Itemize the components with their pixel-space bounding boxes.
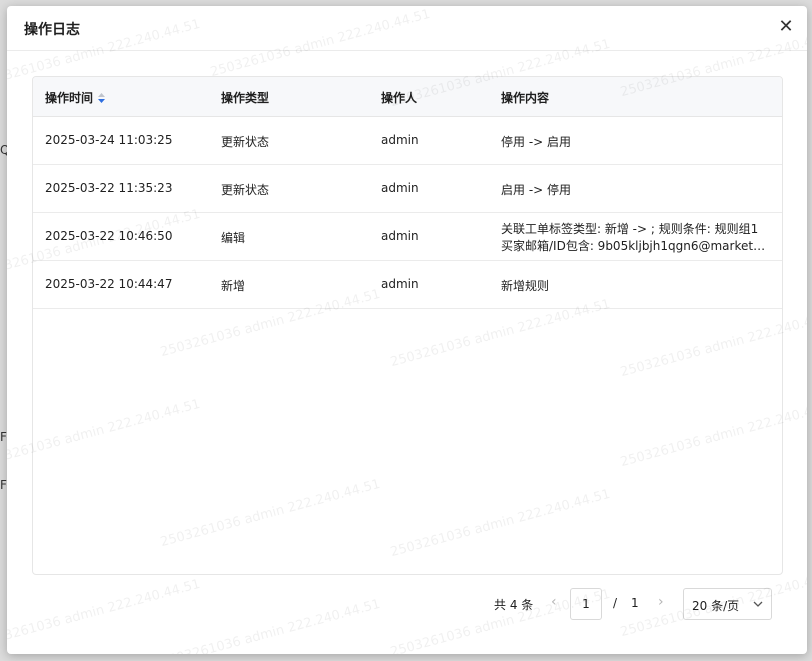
total-pages: 1: [631, 596, 639, 610]
pagination: 共 4 条 ‹ / 1 › 20 条/页: [7, 588, 807, 620]
table-row: 2025-03-24 11:03:25 更新状态 admin 停用 -> 启用: [33, 117, 782, 165]
table-row: 2025-03-22 11:35:23 更新状态 admin 启用 -> 停用: [33, 165, 782, 213]
cell-type: 更新状态: [221, 183, 270, 197]
cell-operator: admin: [381, 277, 419, 291]
table-header: 操作时间 操作类型 操作人 操作内容: [33, 77, 782, 117]
column-header-time[interactable]: 操作时间: [45, 89, 106, 106]
cell-content: 停用 -> 启用: [501, 135, 572, 149]
chevron-down-icon: [753, 601, 763, 607]
chevron-right-icon[interactable]: ›: [658, 594, 664, 610]
dialog-title: 操作日志: [24, 22, 80, 38]
table-row: 2025-03-22 10:44:47 新增 admin 新增规则: [33, 261, 782, 309]
dialog-header: 操作日志 ✕: [7, 6, 807, 51]
cell-time: 2025-03-24 11:03:25: [45, 133, 173, 147]
log-table: 操作时间 操作类型 操作人 操作内容 2025-03-24 11:03:25 更…: [32, 76, 783, 575]
column-header-content: 操作内容: [501, 91, 550, 105]
page-size-label: 20 条/页: [692, 599, 740, 613]
operation-log-dialog: 操作日志 ✕ 操作时间 操作类型 操作人 操作内容 2025-03-24 11:…: [7, 6, 807, 654]
cell-operator: admin: [381, 133, 419, 147]
page-number-input[interactable]: [570, 588, 602, 620]
column-header-operator: 操作人: [381, 91, 418, 105]
cell-content-line: 关联工单标签类型: 新增 -> ; 规则条件: 规则组1: [501, 222, 759, 236]
cell-type: 编辑: [221, 231, 246, 245]
cell-time: 2025-03-22 10:44:47: [45, 277, 173, 291]
table-row: 2025-03-22 10:46:50 编辑 admin 关联工单标签类型: 新…: [33, 213, 782, 261]
page-separator: /: [613, 596, 618, 610]
cell-operator: admin: [381, 229, 419, 243]
cell-content: 启用 -> 停用: [501, 183, 572, 197]
column-header-type: 操作类型: [221, 91, 270, 105]
cell-content: 关联工单标签类型: 新增 -> ; 规则条件: 规则组1 买家邮箱/ID包含: …: [501, 221, 771, 255]
cell-content: 新增规则: [501, 279, 550, 293]
close-icon[interactable]: ✕: [775, 16, 797, 38]
cell-content-line: 买家邮箱/ID包含: 9b05kljbjh1qgn6@marketplace.a…: [501, 239, 771, 253]
chevron-left-icon[interactable]: ‹: [551, 594, 557, 610]
cell-type: 新增: [221, 279, 246, 293]
cell-operator: admin: [381, 181, 419, 195]
page-size-select[interactable]: 20 条/页: [683, 588, 772, 620]
cell-time: 2025-03-22 11:35:23: [45, 181, 173, 195]
cell-type: 更新状态: [221, 135, 270, 149]
total-count: 共 4 条: [494, 598, 534, 612]
cell-time: 2025-03-22 10:46:50: [45, 229, 173, 243]
sort-icon[interactable]: [97, 92, 106, 104]
